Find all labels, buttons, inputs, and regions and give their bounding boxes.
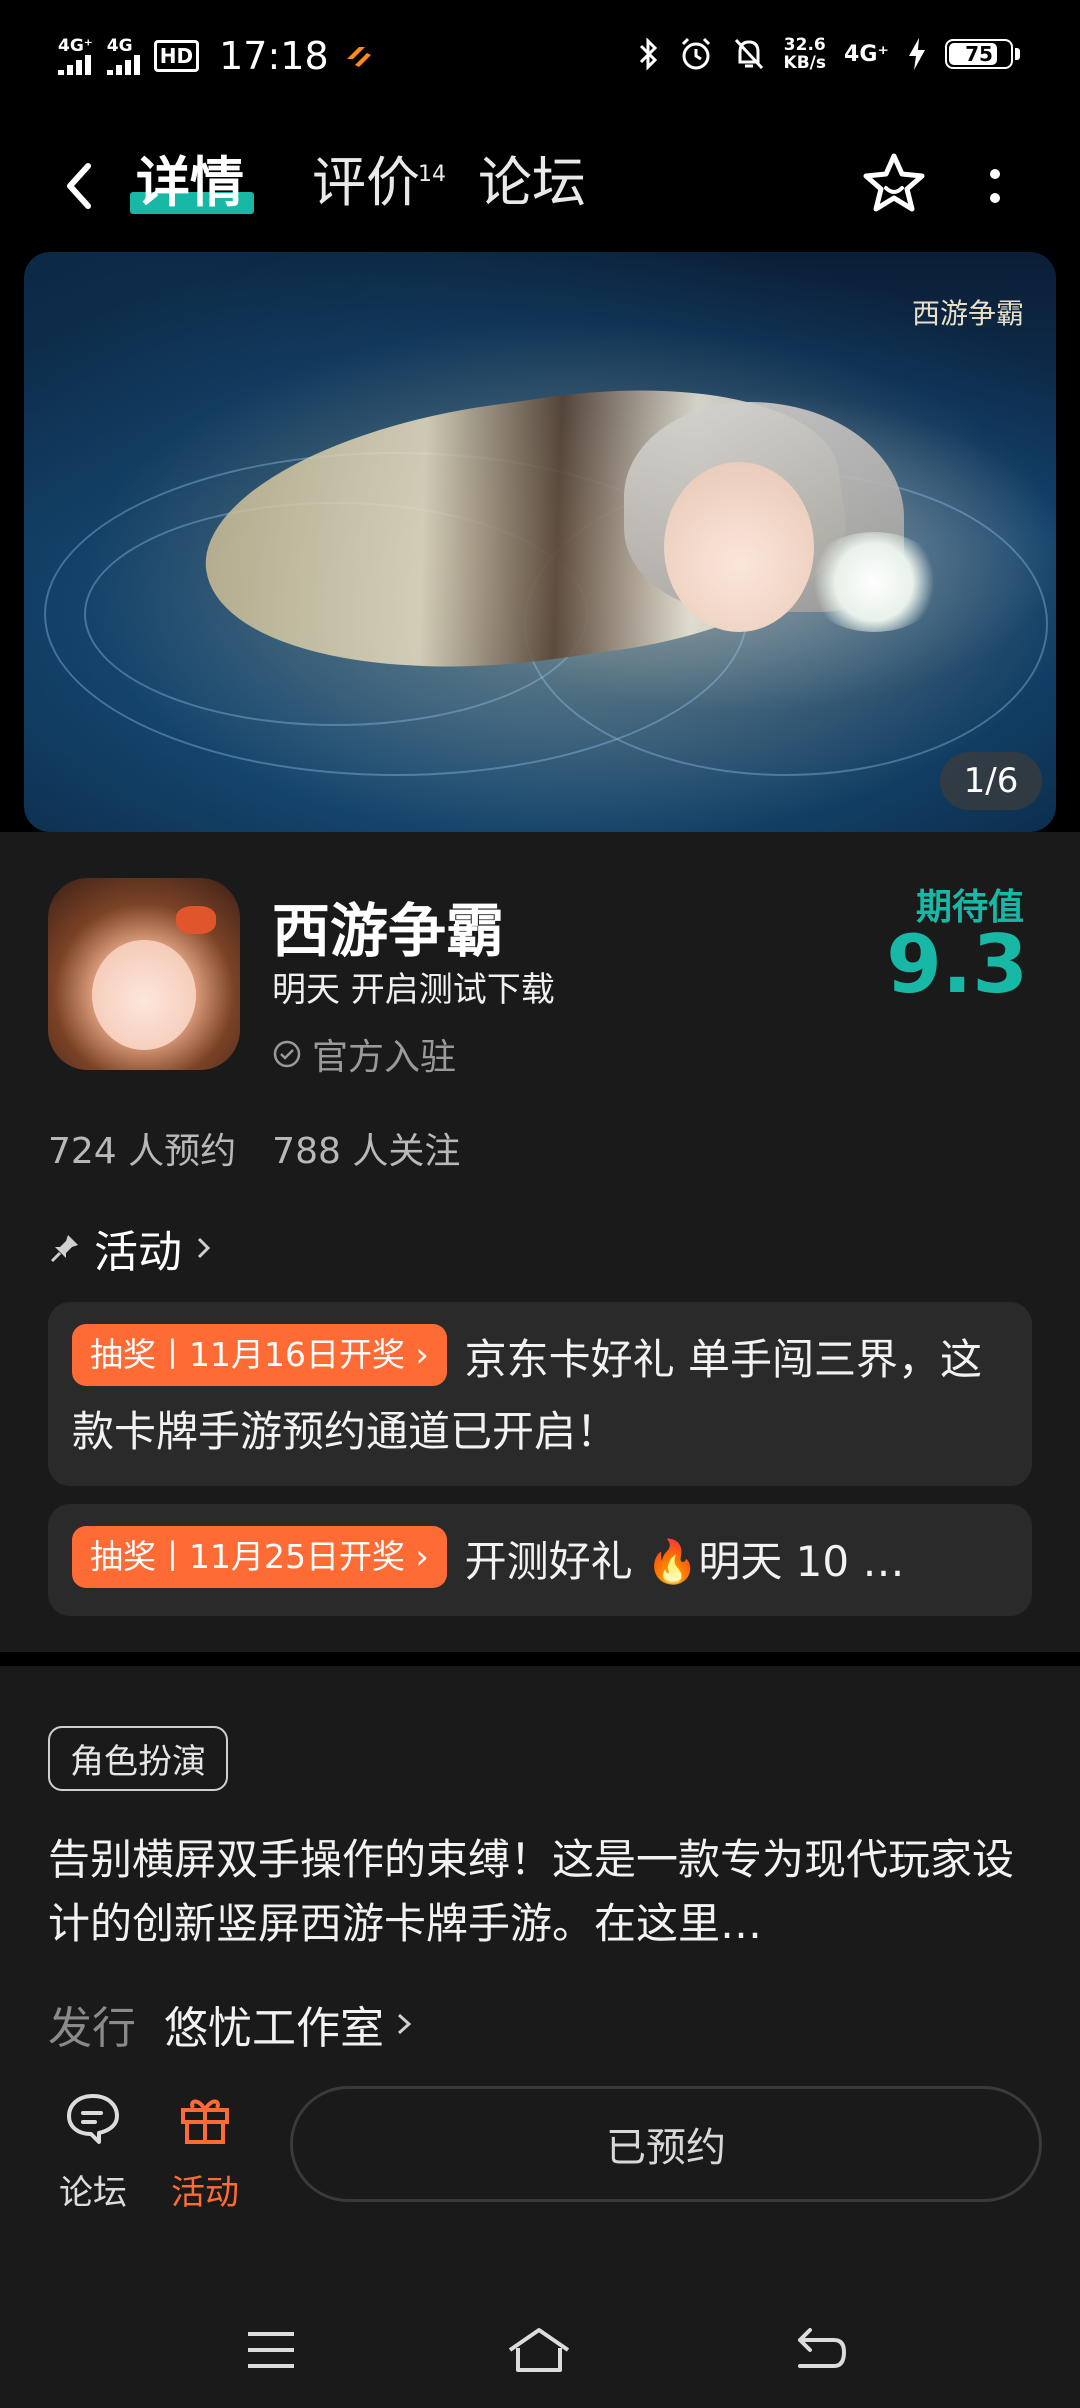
chevron-right-icon	[397, 2013, 412, 2035]
tab-details[interactable]: 详情	[130, 148, 254, 218]
status-bar: 4G⁺ 4G HD 17:18 32.6 KB/s 4G⁺ 75	[0, 0, 1080, 120]
gift-icon	[181, 2099, 229, 2144]
bottom-action-bar: 论坛 活动 已预约	[0, 2086, 1080, 2228]
more-vertical-icon[interactable]	[980, 156, 1010, 216]
app-notification-icon	[346, 47, 371, 67]
activity-card[interactable]: 抽奖丨11月16日开奖 › 京东卡好礼 单手闯三界，这款卡牌手游预约通道已开启！	[48, 1302, 1032, 1486]
back-icon[interactable]	[786, 2320, 856, 2380]
publisher-row[interactable]: 发行 悠忧工作室	[48, 1992, 416, 2056]
app-info-section: 西游争霸 明天 开启测试下载 官方入驻 期待值 9.3 724 人预约 788 人…	[0, 832, 1080, 1652]
activity-lottery-pill: 抽奖丨11月16日开奖 ›	[72, 1324, 447, 1386]
forum-chat-icon	[67, 2094, 119, 2144]
tab-reviews-badge: 14	[418, 162, 446, 187]
app-icon	[48, 878, 240, 1070]
app-description[interactable]: 告别横屏双手操作的束缚！这是一款专为现代玩家设计的创新竖屏西游卡牌手游。在这里…	[48, 1828, 1032, 1956]
back-arrow-icon[interactable]	[58, 156, 98, 216]
app-name: 西游争霸	[272, 897, 505, 965]
bluetooth-icon	[639, 37, 657, 71]
carousel-pager: 1/6	[940, 752, 1042, 810]
charging-icon	[909, 38, 925, 70]
check-circle-icon	[273, 1040, 301, 1068]
follower-count: 788 人关注	[272, 1131, 461, 1172]
banner-flowers	[804, 532, 944, 632]
home-icon[interactable]	[504, 2320, 574, 2380]
signal-2: 4G	[106, 35, 140, 75]
banner-game-logo: 西游争霸	[911, 297, 1024, 330]
activity-pill-text: 抽奖丨11月16日开奖	[90, 1335, 405, 1374]
activity-text: 开测好礼 🔥明天 10 …	[464, 1537, 905, 1586]
publisher-name: 悠忧工作室	[164, 2003, 384, 2054]
expectation-score: 9.3	[886, 918, 1028, 1011]
status-time: 17:18	[219, 34, 329, 78]
signal-2-bars-icon	[106, 54, 140, 75]
tab-forum-label: 论坛	[478, 151, 586, 214]
net-speed: 32.6 KB/s	[784, 36, 826, 72]
status-left: 4G⁺ 4G HD 17:18	[58, 34, 373, 78]
reservation-count: 724 人预约	[48, 1131, 237, 1172]
tab-reviews-label: 评价	[312, 151, 420, 214]
star-outline-icon[interactable]	[858, 148, 930, 220]
activity-card[interactable]: 抽奖丨11月25日开奖 › 开测好礼 🔥明天 10 …	[48, 1504, 1032, 1616]
net-speed-value: 32.6	[783, 35, 826, 55]
tab-forum[interactable]: 论坛	[478, 148, 586, 218]
official-label: 官方入驻	[312, 1037, 457, 1078]
publisher-label: 发行	[48, 2003, 136, 2054]
section-divider	[0, 1652, 1080, 1666]
net-speed-unit: KB/s	[783, 53, 827, 73]
tab-reviews[interactable]: 评价 14	[312, 148, 446, 218]
forum-label: 论坛	[59, 2173, 127, 2213]
activities-heading: 活动	[94, 1227, 182, 1278]
activity-label: 活动	[171, 2173, 239, 2213]
battery-icon: 75	[945, 39, 1020, 69]
alarm-icon	[681, 37, 710, 70]
battery-level: 75	[965, 42, 993, 66]
app-release-note: 明天 开启测试下载	[272, 970, 555, 1010]
activities-header[interactable]: 活动	[48, 1216, 214, 1280]
mute-icon	[734, 38, 763, 70]
app-details-section: 角色扮演 告别横屏双手操作的束缚！这是一款专为现代玩家设计的创新竖屏西游卡牌手游…	[0, 1666, 1080, 2228]
activity-pill-text: 抽奖丨11月25日开奖	[90, 1537, 405, 1576]
activity-button[interactable]: 活动	[150, 2086, 260, 2214]
signal-2-tag: 4G	[106, 35, 133, 56]
forum-button[interactable]: 论坛	[38, 2086, 148, 2214]
banner-character-face	[664, 462, 814, 632]
top-header: 详情 评价 14 论坛	[0, 120, 1080, 250]
genre-tag[interactable]: 角色扮演	[48, 1726, 228, 1791]
app-stats: 724 人预约 788 人关注	[48, 1122, 460, 1174]
chevron-right-icon	[197, 1237, 211, 1259]
activity-lottery-pill: 抽奖丨11月25日开奖 ›	[72, 1526, 447, 1588]
official-badge: 官方入驻	[272, 1028, 456, 1080]
hd-badge: HD	[153, 40, 200, 72]
signal-1: 4G⁺	[58, 35, 93, 75]
screenshot-carousel[interactable]: 西游争霸 1/6	[24, 252, 1056, 832]
pin-icon	[50, 1235, 78, 1263]
menu-icon[interactable]	[236, 2320, 306, 2380]
status-right: 32.6 KB/s 4G⁺ 75	[638, 36, 1020, 72]
reserved-button[interactable]: 已预约	[290, 2086, 1042, 2202]
signal-1-tag: 4G⁺	[58, 35, 93, 56]
tab-details-label: 详情	[136, 151, 244, 214]
signal-1-bars-icon	[58, 54, 91, 75]
system-nav-bar	[0, 2228, 1080, 2408]
net-type: 4G⁺	[844, 41, 889, 67]
